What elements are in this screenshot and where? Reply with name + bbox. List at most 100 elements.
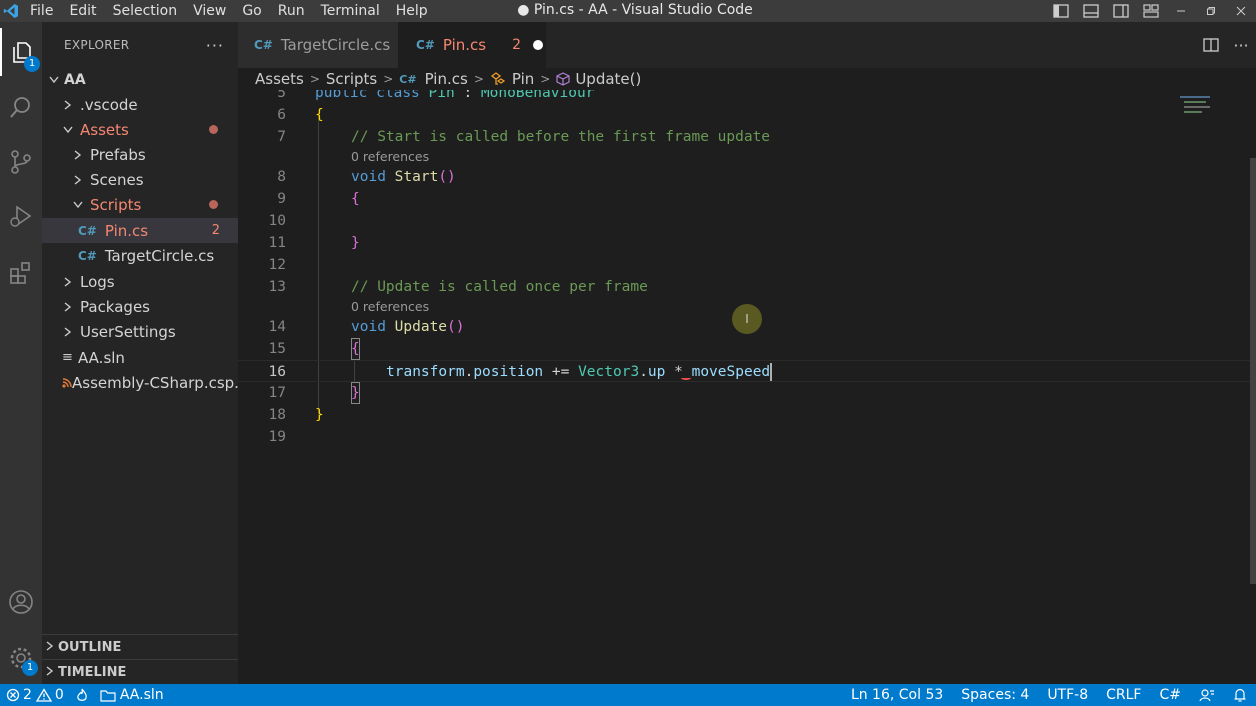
explorer-icon[interactable]: 1 [0, 28, 42, 76]
vertical-scrollbar[interactable] [1250, 158, 1256, 584]
customize-layout-icon[interactable] [1136, 0, 1166, 22]
window-title: ● Pin.cs - AA - Visual Studio Code [517, 2, 753, 18]
text-cursor [770, 363, 773, 381]
tree-item-prefabs[interactable]: Prefabs [42, 142, 238, 167]
tab-targetcircle-cs[interactable]: C# TargetCircle.cs [238, 22, 398, 68]
menu-view[interactable]: View [185, 0, 234, 22]
code-editor[interactable]: 5 public class Pin : MonoBehaviour 6 { 7… [238, 90, 1256, 684]
code-text: } [315, 407, 324, 423]
references-codelens[interactable]: 0 references [351, 148, 429, 166]
search-icon[interactable] [0, 84, 42, 132]
minimize-icon[interactable] [1166, 0, 1196, 22]
menu-run[interactable]: Run [270, 0, 313, 22]
restore-icon[interactable] [1196, 0, 1226, 22]
class-symbol-icon [490, 72, 506, 86]
indentation[interactable]: Spaces: 4 [952, 684, 1038, 706]
code-line: 19 [238, 426, 1256, 448]
unsaved-dot-icon[interactable] [533, 40, 544, 50]
settings-badge: 1 [22, 660, 38, 676]
line-number: 16 [268, 364, 286, 380]
split-editor-icon[interactable] [1196, 38, 1226, 52]
outline-section[interactable]: OUTLINE [42, 634, 238, 659]
chevron-right-icon: > [540, 72, 551, 86]
line-number: 9 [277, 191, 286, 207]
tree-item-logs[interactable]: Logs [42, 269, 238, 294]
settings-gear-icon[interactable]: 1 [0, 634, 42, 682]
tree-item-vscode[interactable]: .vscode [42, 92, 238, 117]
line-number: 19 [268, 429, 286, 445]
more-actions-icon[interactable]: ··· [206, 36, 224, 55]
tree-label: Prefabs [90, 145, 146, 164]
rss-file-icon [62, 377, 72, 388]
code-text: transform.position += Vector3.up * moveS… [386, 363, 773, 381]
menu-selection[interactable]: Selection [105, 0, 186, 22]
breadcrumb-assets[interactable]: Assets [255, 70, 304, 88]
tree-root-aa[interactable]: AA [42, 67, 238, 92]
matched-bracket: { [351, 338, 360, 360]
line-number: 5 [277, 90, 286, 101]
code-line: 5 public class Pin : MonoBehaviour [238, 90, 1256, 104]
code-line-current: 16 transform.position += Vector3.up * mo… [238, 360, 1256, 382]
encoding[interactable]: UTF-8 [1038, 684, 1097, 706]
tree-item-assembly-csproj[interactable]: Assembly-CSharp.csp... [42, 370, 248, 395]
chevron-right-icon [60, 326, 76, 337]
tree-item-scripts[interactable]: Scripts [42, 192, 238, 217]
accounts-icon[interactable] [0, 578, 42, 626]
cursor-position[interactable]: Ln 16, Col 53 [842, 684, 952, 706]
status-bar: 2 0 AA.sln Ln 16, Col 53 Spaces: 4 UTF-8… [0, 684, 1256, 706]
chevron-right-icon [70, 174, 86, 185]
menu-file[interactable]: File [22, 0, 61, 22]
toggle-primary-sidebar-icon[interactable] [1046, 0, 1076, 22]
tree-item-pin-cs[interactable]: C# Pin.cs 2 [42, 218, 238, 243]
more-actions-icon[interactable]: ··· [1226, 36, 1256, 55]
flame-icon[interactable] [70, 684, 94, 706]
code-line: 6 { [238, 104, 1256, 126]
csharp-file-icon: C# [416, 38, 435, 52]
chevron-right-icon: > [473, 72, 484, 86]
close-icon[interactable] [1226, 0, 1256, 22]
references-codelens[interactable]: 0 references [351, 298, 429, 316]
csharp-file-icon: C# [78, 248, 97, 263]
menu-go[interactable]: Go [234, 0, 269, 22]
tree-root-label: AA [64, 71, 86, 88]
problems-indicator[interactable]: 2 0 [0, 684, 70, 706]
tree-label: Assets [80, 120, 129, 139]
feedback-icon[interactable] [1190, 684, 1224, 706]
toggle-panel-icon[interactable] [1076, 0, 1106, 22]
tree-item-scenes[interactable]: Scenes [42, 167, 238, 192]
extensions-icon[interactable] [0, 248, 42, 296]
breadcrumb-class[interactable]: Pin [512, 70, 534, 88]
breadcrumb: Assets > Scripts > C# Pin.cs > Pin > Upd… [238, 68, 1256, 90]
chevron-right-icon [46, 665, 54, 680]
menu-terminal[interactable]: Terminal [313, 0, 388, 22]
timeline-section[interactable]: TIMELINE [42, 659, 238, 684]
breadcrumb-scripts[interactable]: Scripts [326, 70, 377, 88]
code-text: public class Pin : MonoBehaviour [315, 90, 595, 101]
breadcrumb-file[interactable]: Pin.cs [425, 70, 468, 88]
minimap[interactable] [1180, 94, 1216, 114]
line-number: 17 [268, 385, 286, 401]
notifications-bell-icon[interactable] [1224, 684, 1256, 706]
toggle-secondary-sidebar-icon[interactable] [1106, 0, 1136, 22]
problem-count: 2 [211, 223, 220, 238]
menu-help[interactable]: Help [388, 0, 436, 22]
tree-item-assets[interactable]: Assets [42, 117, 238, 142]
chevron-down-icon [46, 76, 62, 84]
tree-item-usersettings[interactable]: UserSettings [42, 319, 238, 344]
tree-item-aa-sln[interactable]: ≡ AA.sln [42, 345, 238, 370]
line-number: 6 [277, 107, 286, 123]
source-control-icon[interactable] [0, 138, 42, 186]
language-mode[interactable]: C# [1150, 684, 1190, 706]
tree-item-targetcircle-cs[interactable]: C# TargetCircle.cs [42, 243, 238, 268]
tree-item-packages[interactable]: Packages [42, 294, 238, 319]
solution-indicator[interactable]: AA.sln [94, 684, 170, 706]
error-squiggle[interactable] [681, 376, 691, 380]
breadcrumb-method[interactable]: Update() [575, 70, 641, 88]
run-debug-icon[interactable] [0, 192, 42, 240]
line-number: 7 [277, 129, 286, 145]
modified-dot-icon [209, 200, 218, 209]
tab-pin-cs[interactable]: C# Pin.cs 2 [398, 22, 546, 68]
code-line: 17 } [238, 382, 1256, 404]
menu-edit[interactable]: Edit [61, 0, 104, 22]
line-ending[interactable]: CRLF [1097, 684, 1150, 706]
